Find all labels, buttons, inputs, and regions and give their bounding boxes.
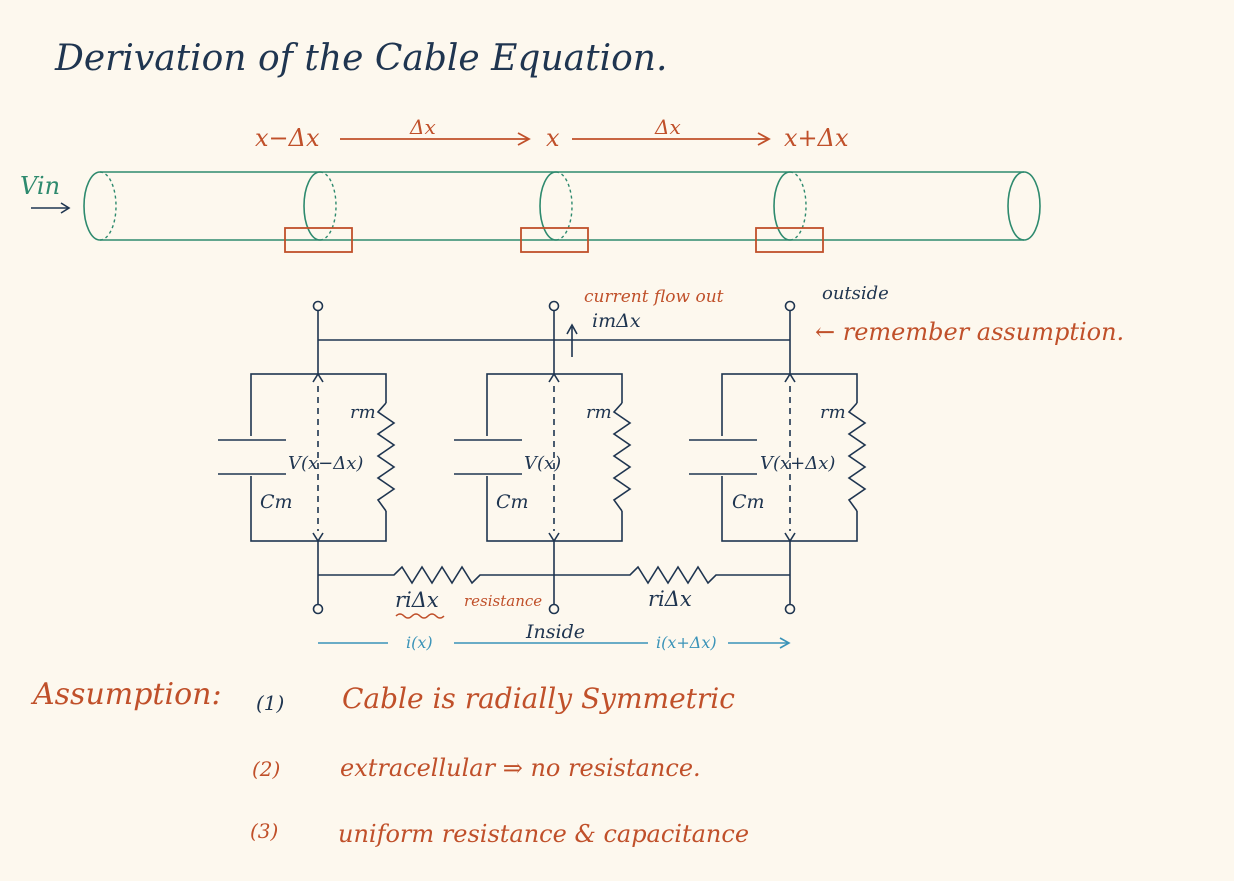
unit-1-cap-gap: [250, 436, 254, 476]
unit-3-cap-gap: [721, 436, 725, 476]
remember-assumption-label: ← remember assumption.: [815, 318, 1124, 346]
resistance-note: resistance: [464, 592, 542, 610]
unit-1-rm-label: rm: [350, 402, 376, 423]
cable-section-left: [303, 171, 321, 241]
cable-section-left-hidden: [319, 171, 337, 241]
circuit-labels: rm V(x−Δx) Cm rm V(x) Cm rm V(x+Δx) Cm r…: [260, 283, 1124, 643]
assumption-heading: Assumption:: [30, 677, 222, 712]
unit-3-rm-label: rm: [820, 402, 846, 423]
axis-delta2-label: Δx: [654, 115, 681, 139]
terminal-inside-left: [312, 603, 324, 615]
unit-1-arrow-down: [312, 532, 324, 543]
i-left-label: i(x): [406, 633, 433, 652]
unit-1-v-label: V(x−Δx): [288, 453, 363, 474]
cable-right-end: [1007, 171, 1041, 241]
im-label: imΔx: [592, 310, 641, 332]
cable-left-end: [83, 171, 101, 241]
current-flow-out-label: current flow out: [584, 287, 724, 307]
axis-delta1-label: Δx: [409, 115, 436, 139]
cable-left-end-hidden: [99, 171, 117, 241]
cable-equation-diagram: Derivation of the Cable Equation. x−Δx Δ…: [20, 38, 1124, 848]
unit-2-arrow-down: [548, 532, 560, 543]
inside-label: Inside: [525, 621, 585, 643]
outside-label: outside: [822, 283, 889, 304]
unit-2-cap-gap: [486, 436, 490, 476]
unit-3-arrow-down: [784, 532, 796, 543]
ri-left-label: riΔx: [395, 588, 439, 612]
vin-label: Vin: [20, 172, 60, 200]
unit-2-cm-label: Cm: [496, 491, 529, 513]
unit-2-v-label: V(x): [524, 453, 561, 474]
terminal-inside-center: [548, 603, 560, 615]
cable-section-center: [539, 171, 557, 241]
unit-1-arrow-up: [312, 372, 324, 383]
position-axis: x−Δx Δx x Δx x+Δx: [255, 115, 849, 152]
unit-2-arrow-up: [548, 372, 560, 383]
terminal-outside-left: [312, 300, 324, 312]
terminal-outside-right: [784, 300, 796, 312]
axial-resistor-right: [554, 565, 790, 585]
terminal-inside-right: [784, 603, 796, 615]
axial-resistor-left: [318, 565, 554, 585]
unit-1-cm-label: Cm: [260, 491, 293, 513]
cable-section-right-hidden: [789, 171, 807, 241]
axis-left-label: x−Δx: [255, 124, 320, 152]
unit-2-rm-label: rm: [586, 402, 612, 423]
assumption-3-text: uniform resistance & capacitance: [338, 820, 749, 848]
ri-underline: [395, 613, 445, 619]
assumption-1-number: (1): [256, 691, 284, 715]
page-title: Derivation of the Cable Equation.: [54, 38, 667, 79]
assumption-2-number: (2): [252, 757, 280, 781]
i-right-label: i(x+Δx): [656, 633, 717, 652]
terminal-outside-center: [548, 300, 560, 312]
assumptions-section: Assumption: (1) Cable is radially Symmet…: [30, 677, 749, 848]
cable-section-right: [773, 171, 791, 241]
cable-section-center-hidden: [555, 171, 573, 241]
assumption-1-text: Cable is radially Symmetric: [342, 682, 735, 715]
axis-right-label: x+Δx: [784, 124, 849, 152]
cable-cylinder: [83, 171, 1041, 253]
assumption-3-number: (3): [250, 819, 278, 843]
unit-3-arrow-up: [784, 372, 796, 383]
unit-3-v-label: V(x+Δx): [760, 453, 835, 474]
axis-center-label: x: [546, 124, 560, 152]
ri-right-label: riΔx: [648, 587, 692, 611]
assumption-2-text: extracellular ⇒ no resistance.: [340, 754, 701, 782]
unit-3-cm-label: Cm: [732, 491, 765, 513]
